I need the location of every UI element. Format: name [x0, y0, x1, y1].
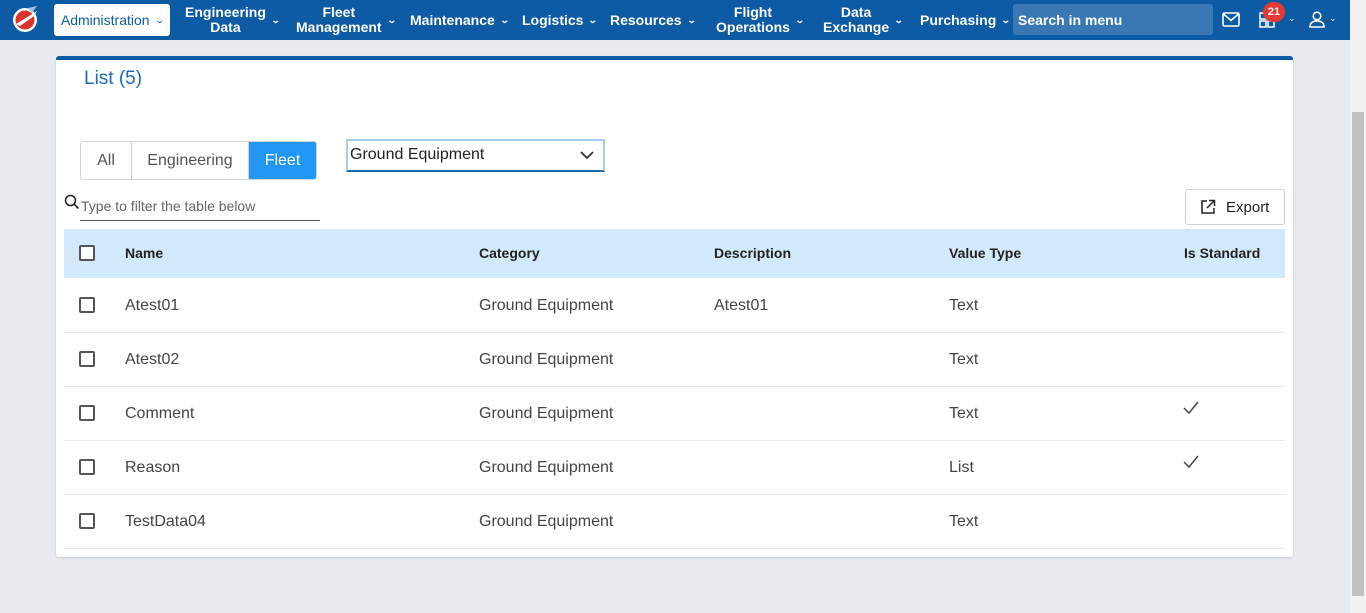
- nav-purchasing-label: Purchasing: [920, 11, 997, 28]
- row-checkbox[interactable]: [79, 351, 95, 367]
- nav-administration-label: Administration: [60, 11, 150, 28]
- checkmark-icon: [1183, 455, 1199, 469]
- export-label: Export: [1226, 198, 1270, 216]
- column-header-name[interactable]: Name: [125, 245, 163, 261]
- notification-badge: 21: [1263, 2, 1285, 22]
- category-select-value: Ground Equipment: [350, 146, 485, 163]
- mail-icon[interactable]: [1222, 12, 1240, 27]
- tab-engineering[interactable]: Engineering: [132, 142, 249, 179]
- cell-name: Comment: [125, 405, 195, 422]
- panel-title: List (5): [84, 68, 143, 89]
- app-logo-icon[interactable]: [10, 4, 40, 34]
- filter-placeholder: Type to filter the table below: [81, 198, 256, 214]
- export-button[interactable]: Export: [1185, 189, 1285, 225]
- category-select[interactable]: Ground Equipment: [346, 139, 605, 172]
- nav-logistics[interactable]: Logistics ⌄: [522, 0, 599, 40]
- column-header-category[interactable]: Category: [479, 245, 540, 261]
- nav-fleet-management[interactable]: Fleet Management ⌄: [296, 0, 397, 40]
- table-row[interactable]: Atest01 Ground Equipment Atest01 Text: [64, 279, 1285, 333]
- cell-category: Ground Equipment: [479, 459, 614, 476]
- nav-data-exchange[interactable]: Data Exchange ⌄: [823, 0, 904, 40]
- cell-category: Ground Equipment: [479, 297, 614, 314]
- user-icon[interactable]: [1309, 11, 1325, 28]
- select-all-checkbox[interactable]: [79, 245, 95, 261]
- external-link-icon: [1201, 199, 1216, 214]
- cell-value-type: Text: [949, 297, 979, 314]
- checkmark-icon: [1183, 401, 1199, 415]
- chevron-down-icon: ⌄: [1001, 14, 1011, 25]
- nav-purchasing[interactable]: Purchasing ⌄: [920, 0, 1011, 40]
- nav-resources-label: Resources: [610, 11, 682, 28]
- cell-name: Reason: [125, 459, 181, 476]
- column-header-value-type[interactable]: Value Type: [949, 245, 1021, 261]
- cell-value-type: Text: [949, 405, 979, 422]
- cell-category: Ground Equipment: [479, 405, 614, 422]
- chevron-down-icon: ⌄: [588, 14, 599, 25]
- menu-search-placeholder: Search in menu: [1018, 12, 1123, 28]
- table-row[interactable]: Reason Ground Equipment List: [64, 441, 1285, 495]
- row-checkbox[interactable]: [79, 459, 95, 475]
- menu-search-input[interactable]: Search in menu: [1013, 4, 1213, 35]
- nav-engineering-data[interactable]: Engineering Data ⌄: [185, 0, 281, 40]
- tab-fleet[interactable]: Fleet: [249, 142, 316, 179]
- table-row[interactable]: TestData04 Ground Equipment Text: [64, 495, 1285, 549]
- row-checkbox[interactable]: [79, 297, 95, 313]
- tab-all[interactable]: All: [81, 142, 132, 179]
- nav-engineering-label: Engineering Data: [185, 4, 266, 35]
- cell-name: Atest02: [125, 351, 180, 368]
- row-checkbox[interactable]: [79, 405, 95, 421]
- column-header-is-standard[interactable]: Is Standard: [1184, 245, 1260, 261]
- top-navbar: Administration ⌄ Engineering Data ⌄ Flee…: [0, 0, 1350, 40]
- nav-data-exchange-label: Data Exchange: [823, 4, 890, 35]
- chevron-down-icon: ⌄: [686, 14, 697, 25]
- search-icon: [64, 194, 80, 210]
- cell-value-type: Text: [949, 513, 979, 530]
- chevron-down-icon: [580, 151, 594, 160]
- cell-category: Ground Equipment: [479, 351, 614, 368]
- cell-name: TestData04: [125, 513, 206, 530]
- chevron-down-icon: ⌄: [1329, 13, 1337, 23]
- nav-administration[interactable]: Administration ⌄: [54, 4, 170, 36]
- table-row[interactable]: Atest02 Ground Equipment Text: [64, 333, 1285, 387]
- cell-description: Atest01: [714, 297, 769, 314]
- nav-resources[interactable]: Resources ⌄: [610, 0, 697, 40]
- nav-flight-operations[interactable]: Flight Operations ⌄: [716, 0, 805, 40]
- chevron-down-icon: ⌄: [154, 14, 165, 25]
- table-filter-input[interactable]: Type to filter the table below: [80, 193, 320, 221]
- row-checkbox[interactable]: [79, 513, 95, 529]
- chevron-down-icon: ⌄: [1288, 13, 1296, 23]
- nav-flight-ops-label: Flight Operations: [716, 4, 790, 35]
- nav-maintenance[interactable]: Maintenance ⌄: [410, 0, 510, 40]
- nav-fleet-label: Fleet Management: [296, 4, 382, 35]
- chevron-down-icon: ⌄: [499, 14, 510, 25]
- cell-value-type: List: [949, 459, 974, 476]
- chevron-down-icon: ⌄: [894, 14, 904, 25]
- chevron-down-icon: ⌄: [270, 14, 281, 25]
- table-row[interactable]: Comment Ground Equipment Text: [64, 387, 1285, 441]
- type-filter-tabs: All Engineering Fleet: [80, 141, 317, 180]
- chevron-down-icon: ⌄: [386, 14, 397, 25]
- page-scrollbar-thumb[interactable]: [1352, 112, 1364, 596]
- nav-maintenance-label: Maintenance: [410, 11, 495, 28]
- column-header-description[interactable]: Description: [714, 245, 791, 261]
- chevron-down-icon: ⌄: [794, 14, 805, 25]
- nav-logistics-label: Logistics: [522, 11, 584, 28]
- table-header: Name Category Description Value Type Is …: [64, 229, 1285, 278]
- cell-value-type: Text: [949, 351, 979, 368]
- cell-name: Atest01: [125, 297, 180, 314]
- cell-category: Ground Equipment: [479, 513, 614, 530]
